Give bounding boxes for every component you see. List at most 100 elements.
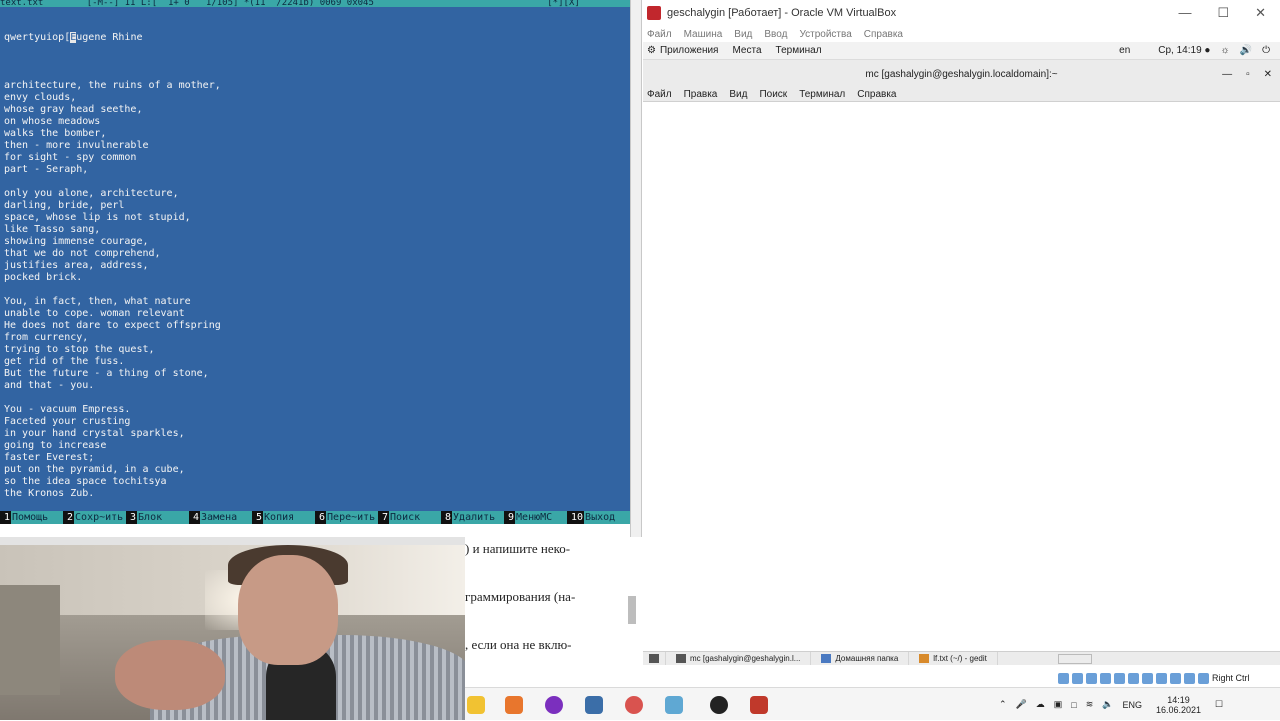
- network-tray-icon[interactable]: □: [1071, 700, 1076, 710]
- accessibility-icon[interactable]: ☼: [1220, 45, 1229, 56]
- keyboard-layout[interactable]: en: [1119, 45, 1130, 56]
- editor-first-line: qwertyuiop[Eugene Rhine: [4, 32, 143, 43]
- editor-line: ​: [4, 392, 630, 404]
- network-icon[interactable]: [1100, 672, 1111, 684]
- fkey-1-button[interactable]: 1 Помощь: [0, 511, 63, 524]
- taskbar-item-gedit[interactable]: lf.txt (~/) - gedit: [909, 652, 998, 665]
- terminal-minimize-icon[interactable]: —: [1222, 69, 1232, 80]
- terminal-body[interactable]: [643, 102, 1280, 654]
- term-menu-terminal[interactable]: Терминал: [799, 89, 845, 100]
- vbox-menu-view[interactable]: Вид: [734, 29, 752, 40]
- gnome-terminal-menu[interactable]: Терминал: [776, 45, 822, 56]
- notification-icon[interactable]: ☐: [1215, 699, 1223, 710]
- virtualbox-logo-icon: [647, 6, 661, 20]
- snipping-tool-icon[interactable]: [625, 696, 643, 714]
- fkey-6-button[interactable]: 6 Пере~ить: [315, 511, 378, 524]
- vbox-menu-machine[interactable]: Машина: [684, 29, 723, 40]
- fkey-9-button[interactable]: 9 МенюMC: [504, 511, 567, 524]
- cpu-icon[interactable]: [1170, 672, 1181, 684]
- show-desktop-button[interactable]: [643, 652, 666, 665]
- fkey-label: Поиск: [389, 511, 441, 524]
- speaker-icon[interactable]: 🔈: [1102, 699, 1113, 710]
- editor-line: He does not dare to expect offspring: [4, 320, 221, 331]
- close-icon[interactable]: ✕: [1255, 5, 1266, 21]
- virtualbox-vm-icon[interactable]: [750, 696, 768, 714]
- terminal-maximize-icon[interactable]: ▫: [1246, 69, 1250, 80]
- recording-icon[interactable]: [1156, 672, 1167, 684]
- guest-taskbar: mc [gashalygin@geshalygin.l... Домашняя …: [643, 651, 1280, 665]
- mc-editor[interactable]: text.txt [-M--] 11 L:[ 1+ 0 1/105] *(11 …: [0, 0, 630, 524]
- vbox-menu-input[interactable]: Ввод: [764, 29, 787, 40]
- fkey-5-button[interactable]: 5 Копия: [252, 511, 315, 524]
- audio-icon[interactable]: [1086, 672, 1097, 684]
- term-menu-view[interactable]: Вид: [729, 89, 747, 100]
- minimize-icon[interactable]: —: [1178, 5, 1191, 21]
- obs-icon[interactable]: [710, 696, 728, 714]
- editor-line: showing immense courage,: [4, 236, 149, 247]
- shared-folders-icon[interactable]: [1128, 672, 1139, 684]
- file-explorer-icon[interactable]: [467, 696, 485, 714]
- mouse-integration-icon[interactable]: [1184, 672, 1195, 684]
- fkey-label: Блок: [137, 511, 189, 524]
- keyboard-icon[interactable]: [1198, 672, 1209, 684]
- taskbar-item-home-folder[interactable]: Домашняя папка: [811, 652, 910, 665]
- gnome-clock[interactable]: Ср, 14:19 ●: [1158, 45, 1210, 56]
- vbox-menu-help[interactable]: Справка: [864, 29, 903, 40]
- fkey-4-button[interactable]: 4 Замена: [189, 511, 252, 524]
- taskbar-item-label: lf.txt (~/) - gedit: [933, 654, 987, 663]
- vbox-menu-devices[interactable]: Устройства: [799, 29, 851, 40]
- term-menu-help[interactable]: Справка: [857, 89, 896, 100]
- maximize-icon[interactable]: ☐: [1217, 5, 1229, 21]
- host-clock[interactable]: 14:19 16.06.2021: [1156, 695, 1201, 715]
- vbox-title-bar: geschalygin [Работает] - Oracle VM Virtu…: [643, 0, 1280, 26]
- editor-text-area[interactable]: qwertyuiop[Eugene Rhine ​architecture, t…: [0, 7, 630, 524]
- hdd-icon[interactable]: [1058, 672, 1069, 684]
- editor-line: get rid of the fuss.: [4, 356, 125, 367]
- display-icon[interactable]: [1142, 672, 1153, 684]
- fkey-7-button[interactable]: 7 Поиск: [378, 511, 441, 524]
- fkey-2-button[interactable]: 2 Сохр~ить: [63, 511, 126, 524]
- editor-line: so the idea space tochitsya: [4, 476, 167, 487]
- fkey-10-button[interactable]: 10 Выход: [567, 511, 630, 524]
- tor-browser-icon[interactable]: [545, 696, 563, 714]
- clock-time: 14:19: [1167, 694, 1190, 705]
- gnome-applications-menu[interactable]: Приложения: [660, 45, 719, 56]
- fkey-number: 5: [256, 512, 263, 523]
- fkey-label: Пере~ить: [326, 511, 378, 524]
- term-menu-edit[interactable]: Правка: [684, 89, 718, 100]
- app-icon[interactable]: [505, 696, 523, 714]
- power-icon[interactable]: ⏻: [1262, 45, 1270, 56]
- fkey-label: МенюMC: [515, 511, 567, 524]
- volume-icon[interactable]: 🔊: [1240, 45, 1252, 56]
- photos-icon[interactable]: [665, 696, 683, 714]
- terminal-close-icon[interactable]: ✕: [1264, 69, 1272, 80]
- editor-line: faster Everest;: [4, 452, 95, 463]
- fkey-label: Выход: [584, 511, 630, 524]
- fkey-8-button[interactable]: 8 Удалить: [441, 511, 504, 524]
- clock-date: 16.06.2021: [1156, 704, 1202, 715]
- onedrive-icon[interactable]: ☁: [1036, 699, 1045, 710]
- document-scrollbar[interactable]: [628, 596, 636, 624]
- fkey-3-button[interactable]: 3 Блок: [126, 511, 189, 524]
- virtualbox-taskbar-icon[interactable]: [585, 696, 603, 714]
- chevron-up-icon[interactable]: ⌃: [999, 699, 1007, 710]
- optical-drive-icon[interactable]: [1072, 672, 1083, 684]
- microphone-icon[interactable]: 🎤: [1016, 699, 1027, 710]
- gedit-icon: [919, 654, 930, 663]
- fkey-number: 6: [319, 512, 326, 523]
- wifi-icon[interactable]: ≋: [1086, 699, 1094, 710]
- language-indicator[interactable]: ENG: [1122, 700, 1142, 710]
- vbox-menu-file[interactable]: Файл: [647, 29, 672, 40]
- terminal-title-bar: mc [gashalygin@geshalygin.localdomain]:~…: [643, 60, 1280, 88]
- term-menu-file[interactable]: Файл: [647, 89, 672, 100]
- term-menu-search[interactable]: Поиск: [759, 89, 787, 100]
- fkey-number: 9: [508, 512, 515, 523]
- terminal-title: mc [gashalygin@geshalygin.localdomain]:~: [865, 68, 1058, 80]
- editor-status-line: text.txt [-M--] 11 L:[ 1+ 0 1/105] *(11 …: [0, 0, 630, 7]
- gnome-places-menu[interactable]: Места: [732, 45, 761, 56]
- taskbar-item-terminal[interactable]: mc [gashalygin@geshalygin.l...: [666, 652, 812, 665]
- editor-line: pocked brick.: [4, 272, 83, 283]
- workspace-switcher[interactable]: [1057, 653, 1092, 664]
- usb-icon[interactable]: [1114, 672, 1125, 684]
- display-tray-icon[interactable]: ▣: [1054, 699, 1063, 710]
